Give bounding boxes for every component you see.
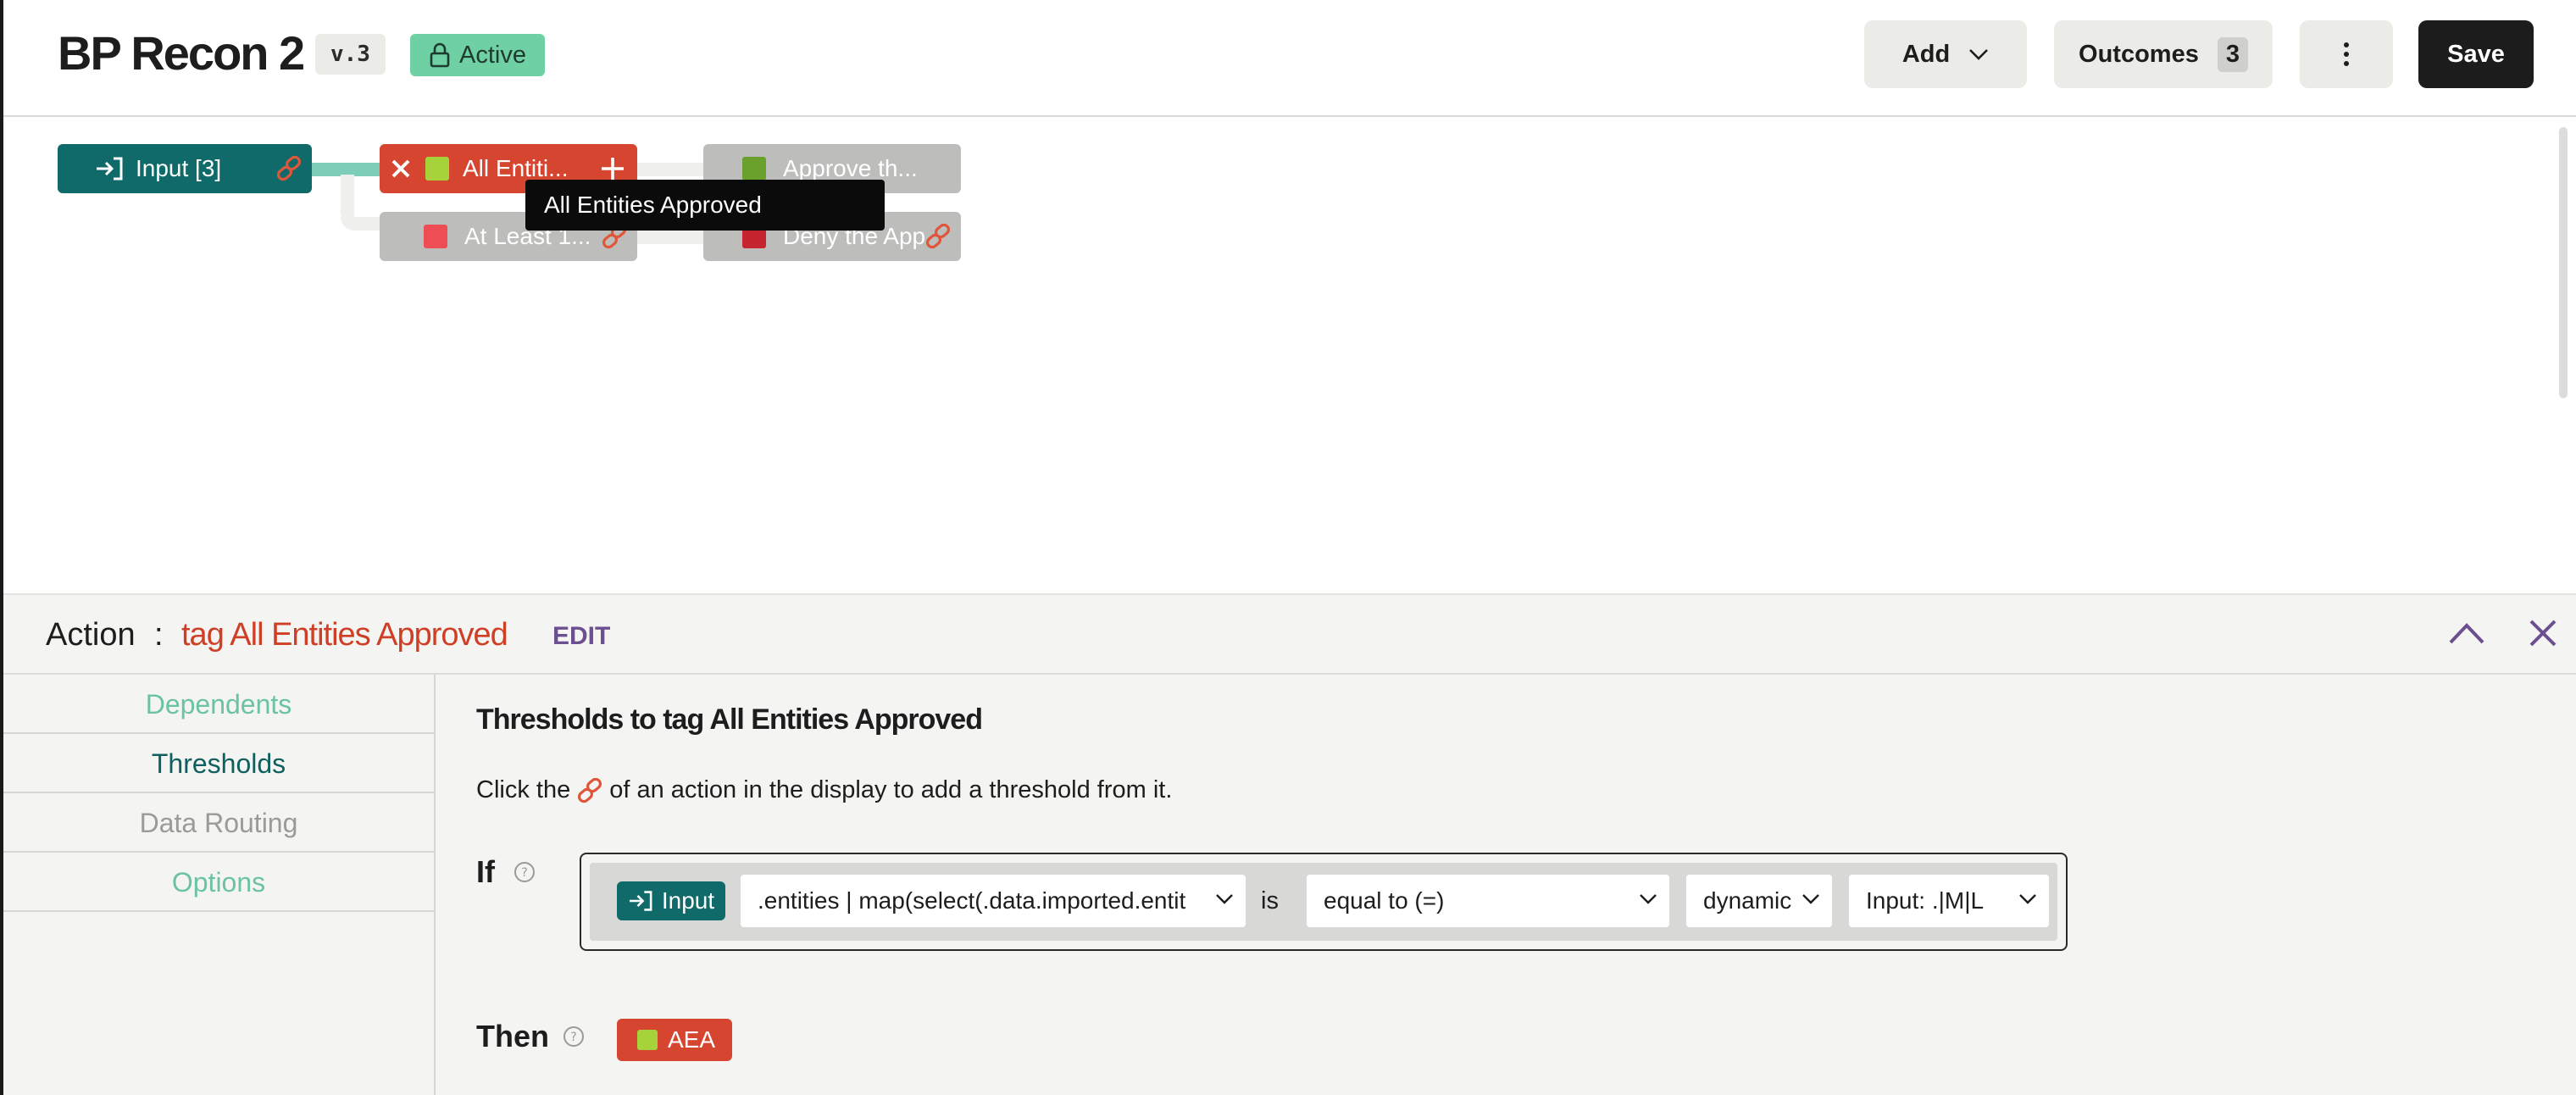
outcomes-count-badge: 3 <box>2217 36 2248 72</box>
status-badge[interactable]: Active <box>410 34 545 76</box>
then-label: Then <box>476 1019 549 1053</box>
threshold-hint: Click the of an action in the display to… <box>476 776 1172 804</box>
chevron-down-icon <box>2019 894 2036 904</box>
tab-options[interactable]: Options <box>3 853 436 912</box>
node-tooltip: All Entities Approved <box>525 180 885 231</box>
then-tag-label: AEA <box>668 1026 716 1053</box>
canvas-scrollbar[interactable] <box>2559 127 2568 398</box>
value-select-value: Input: .|M|L <box>1866 887 1985 914</box>
close-icon[interactable] <box>2527 617 2559 649</box>
path-select-value: .entities | map(select(.data.imported.en… <box>758 887 1186 914</box>
value-select[interactable]: Input: .|M|L <box>1849 875 2049 927</box>
status-label: Active <box>459 42 526 69</box>
then-tag-chip[interactable]: AEA <box>617 1019 732 1061</box>
app-header: BP Recon 2 v.3 Active Add Outcomes 3 Sav… <box>3 0 2576 117</box>
add-dropdown-button[interactable]: Add <box>1864 20 2027 88</box>
green-square-icon <box>742 157 766 181</box>
hint-before: Click the <box>476 776 571 803</box>
vertical-dots-icon <box>2344 42 2349 66</box>
help-circle-icon[interactable]: ? <box>514 861 536 883</box>
add-label: Add <box>1901 40 1951 68</box>
link-icon[interactable] <box>924 224 952 249</box>
help-circle-icon[interactable]: ? <box>563 1026 585 1048</box>
side-tabs: Dependents Thresholds Data Routing Optio… <box>3 675 436 912</box>
node-input[interactable]: Input [3] <box>58 144 312 193</box>
connector-least-to-deny <box>637 231 705 244</box>
link-icon[interactable] <box>275 156 303 181</box>
green-square-icon <box>425 157 449 181</box>
chevron-down-icon <box>1216 894 1233 904</box>
sign-in-icon <box>97 157 123 181</box>
connector-input-to-least-h <box>341 217 381 231</box>
outcomes-label: Outcomes <box>2079 40 2199 68</box>
svg-text:?: ? <box>521 866 527 880</box>
action-colon: : <box>154 617 164 653</box>
action-panel: Action : tag All Entities Approved EDIT … <box>3 593 2576 1095</box>
svg-text:?: ? <box>570 1031 576 1044</box>
action-name: tag All Entities Approved <box>181 617 508 653</box>
red-square-icon <box>424 225 447 248</box>
green-square-icon <box>637 1030 658 1050</box>
connector-all-to-approve <box>637 163 705 176</box>
tab-thresholds[interactable]: Thresholds <box>3 734 436 793</box>
link-icon <box>578 777 602 803</box>
save-button[interactable]: Save <box>2418 20 2534 88</box>
condition-row: Input .entities | map(select(.data.impor… <box>590 863 2057 941</box>
side-divider <box>434 675 436 1095</box>
input-source-label: Input <box>661 887 715 914</box>
input-source-chip[interactable]: Input <box>617 881 725 920</box>
edit-action-link[interactable]: EDIT <box>552 622 610 651</box>
node-approve-label: Approve th... <box>783 155 918 181</box>
condition-box: Input .entities | map(select(.data.impor… <box>580 853 2068 951</box>
operator-select-value: equal to (=) <box>1324 887 1445 914</box>
mode-select[interactable]: dynamic <box>1686 875 1832 927</box>
node-all-entities-label: All Entiti... <box>463 155 569 181</box>
mode-select-value: dynamic <box>1703 887 1792 914</box>
close-icon[interactable] <box>390 158 412 180</box>
node-input-label: Input [3] <box>136 155 222 181</box>
is-label: is <box>1261 887 1279 914</box>
more-options-button[interactable] <box>2300 20 2393 88</box>
page-title: BP Recon 2 <box>58 26 305 80</box>
chevron-up-icon[interactable] <box>2446 615 2488 649</box>
tab-dependents[interactable]: Dependents <box>3 675 436 734</box>
outcomes-button[interactable]: Outcomes 3 <box>2054 20 2273 88</box>
sign-in-icon <box>629 891 652 911</box>
tab-data-routing[interactable]: Data Routing <box>3 793 436 853</box>
section-title: Thresholds to tag All Entities Approved <box>476 703 983 736</box>
operator-select[interactable]: equal to (=) <box>1307 875 1669 927</box>
hint-after: of an action in the display to add a thr… <box>609 776 1173 803</box>
workflow-canvas[interactable]: Input [3] All Entiti... At Least 1... Ap… <box>3 119 2576 593</box>
plus-icon[interactable] <box>598 154 627 183</box>
chevron-down-icon <box>1640 894 1657 904</box>
chevron-down-icon <box>1969 49 1989 60</box>
path-select[interactable]: .entities | map(select(.data.imported.en… <box>741 875 1246 927</box>
lock-icon <box>430 42 450 68</box>
if-label: If <box>476 854 495 889</box>
action-panel-header: Action : tag All Entities Approved EDIT <box>3 595 2576 675</box>
action-label: Action <box>46 617 136 653</box>
version-badge: v.3 <box>315 34 386 75</box>
chevron-down-icon <box>1802 894 1819 904</box>
